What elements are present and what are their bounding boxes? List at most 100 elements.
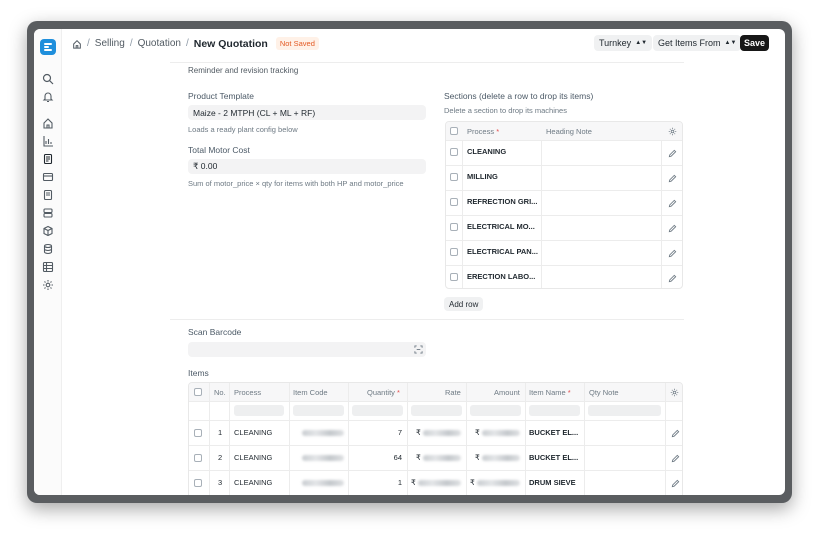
row-checkbox[interactable] bbox=[450, 148, 458, 156]
row-no: 1 bbox=[218, 428, 223, 437]
chart-icon[interactable] bbox=[42, 135, 54, 147]
row-checkbox[interactable] bbox=[450, 173, 458, 181]
bell-icon[interactable] bbox=[42, 91, 54, 103]
card-icon[interactable] bbox=[42, 171, 54, 183]
product-template-field[interactable]: Maize - 2 MTPH (CL + ML + RF) bbox=[188, 105, 426, 120]
select-all-checkbox[interactable] bbox=[450, 127, 458, 135]
home-icon[interactable] bbox=[42, 117, 54, 129]
total-motor-cost-field[interactable]: ₹ 0.00 bbox=[188, 159, 426, 174]
gear-icon[interactable] bbox=[42, 279, 54, 291]
row-rate-currency: ₹ bbox=[416, 428, 421, 437]
blurred-rate bbox=[423, 455, 461, 461]
row-quantity[interactable]: 7 bbox=[352, 428, 402, 437]
app-window: / Selling / Quotation / New Quotation No… bbox=[34, 29, 785, 495]
edit-icon[interactable] bbox=[671, 479, 680, 488]
row-checkbox[interactable] bbox=[450, 273, 458, 281]
row-process[interactable]: CLEANING bbox=[234, 453, 272, 462]
product-template-help: Loads a ready plant config below bbox=[188, 125, 298, 134]
blurred-amount bbox=[477, 480, 520, 486]
section-process-cell[interactable]: ELECTRICAL PAN... bbox=[467, 247, 539, 256]
col-item-code-header: Item Code bbox=[293, 388, 328, 397]
row-checkbox[interactable] bbox=[450, 198, 458, 206]
edit-icon[interactable] bbox=[668, 174, 677, 183]
edit-icon[interactable] bbox=[668, 199, 677, 208]
row-checkbox[interactable] bbox=[194, 429, 202, 437]
row-item-name[interactable]: DRUM SIEVE bbox=[529, 478, 582, 487]
breadcrumb-quotation[interactable]: Quotation bbox=[138, 38, 181, 49]
save-button[interactable]: Save bbox=[740, 35, 769, 51]
barcode-scan-icon[interactable] bbox=[414, 345, 423, 354]
filter-qty-note-input[interactable] bbox=[588, 405, 661, 416]
filter-item-name-input[interactable] bbox=[529, 405, 580, 416]
row-checkbox[interactable] bbox=[450, 248, 458, 256]
row-quantity[interactable]: 1 bbox=[352, 478, 402, 487]
row-divider bbox=[446, 190, 682, 191]
table-row[interactable]: 2 CLEANING 64 ₹ ₹ BUCKET EL... bbox=[189, 446, 682, 470]
row-no: 3 bbox=[218, 478, 223, 487]
get-items-from-button[interactable]: Get Items From ▲▼ bbox=[653, 35, 742, 51]
users-icon[interactable] bbox=[42, 207, 54, 219]
turnkey-label: Turnkey bbox=[599, 38, 632, 48]
col-process-header: Process * bbox=[467, 127, 499, 136]
section-process-cell[interactable]: ELECTRICAL MO... bbox=[467, 222, 539, 231]
required-mark: * bbox=[397, 388, 400, 397]
section-process-cell[interactable]: ERECTION LABO... bbox=[467, 272, 539, 281]
settings-icon[interactable] bbox=[670, 388, 679, 397]
app-logo-icon[interactable] bbox=[40, 39, 56, 55]
select-all-checkbox[interactable] bbox=[194, 388, 202, 396]
section-process-cell[interactable]: CLEANING bbox=[467, 147, 539, 156]
row-quantity[interactable]: 64 bbox=[352, 453, 402, 462]
box-icon[interactable] bbox=[42, 225, 54, 237]
divider bbox=[170, 62, 684, 63]
row-divider bbox=[446, 240, 682, 241]
section-process-cell[interactable]: REFRECTION GRI... bbox=[467, 197, 539, 206]
filter-rate-input[interactable] bbox=[411, 405, 462, 416]
invoice-icon[interactable] bbox=[42, 189, 54, 201]
chevron-updown-icon: ▲▼ bbox=[635, 40, 648, 46]
row-process[interactable]: CLEANING bbox=[234, 478, 272, 487]
add-row-button[interactable]: Add row bbox=[444, 297, 484, 311]
row-item-name[interactable]: BUCKET EL... bbox=[529, 453, 582, 462]
table-icon[interactable] bbox=[42, 261, 54, 273]
topbar: / Selling / Quotation / New Quotation No… bbox=[62, 29, 785, 57]
total-motor-cost-help: Sum of motor_price × qty for items with … bbox=[188, 179, 404, 188]
blurred-amount bbox=[482, 455, 520, 461]
breadcrumb-selling[interactable]: Selling bbox=[95, 38, 125, 49]
row-item-name[interactable]: BUCKET EL... bbox=[529, 428, 582, 437]
edit-icon[interactable] bbox=[668, 249, 677, 258]
row-rate-currency: ₹ bbox=[416, 453, 421, 462]
breadcrumb-separator: / bbox=[185, 38, 189, 49]
quotation-icon[interactable] bbox=[42, 153, 54, 165]
edit-icon[interactable] bbox=[671, 429, 680, 438]
table-row[interactable]: 3 CLEANING 1 ₹ ₹ DRUM SIEVE bbox=[189, 471, 682, 495]
row-checkbox[interactable] bbox=[450, 223, 458, 231]
database-icon[interactable] bbox=[42, 243, 54, 255]
row-checkbox[interactable] bbox=[194, 454, 202, 462]
edit-icon[interactable] bbox=[668, 149, 677, 158]
col-process-label: Process bbox=[467, 127, 495, 136]
turnkey-button[interactable]: Turnkey ▲▼ bbox=[594, 35, 653, 51]
sidebar bbox=[34, 29, 62, 495]
search-icon[interactable] bbox=[42, 73, 54, 85]
status-badge: Not Saved bbox=[275, 37, 319, 50]
blurred-item-code bbox=[302, 455, 344, 461]
scan-barcode-label: Scan Barcode bbox=[188, 327, 242, 337]
product-template-label: Product Template bbox=[188, 91, 254, 101]
row-process[interactable]: CLEANING bbox=[234, 428, 272, 437]
required-mark: * bbox=[567, 388, 571, 397]
col-item-name-header: Item Name * bbox=[529, 388, 571, 397]
home-icon[interactable] bbox=[72, 39, 82, 49]
edit-icon[interactable] bbox=[668, 224, 677, 233]
filter-amount-input[interactable] bbox=[470, 405, 521, 416]
settings-icon[interactable] bbox=[668, 127, 677, 136]
filter-item-code-input[interactable] bbox=[293, 405, 344, 416]
filter-quantity-input[interactable] bbox=[352, 405, 403, 416]
edit-icon[interactable] bbox=[671, 454, 680, 463]
scan-barcode-input[interactable] bbox=[188, 342, 426, 357]
row-amount-currency: ₹ bbox=[475, 428, 480, 437]
table-row[interactable]: 1 CLEANING 7 ₹ ₹ BUCKET EL... bbox=[189, 421, 682, 445]
filter-process-input[interactable] bbox=[234, 405, 284, 416]
section-process-cell[interactable]: MILLING bbox=[467, 172, 539, 181]
row-checkbox[interactable] bbox=[194, 479, 202, 487]
edit-icon[interactable] bbox=[668, 274, 677, 283]
